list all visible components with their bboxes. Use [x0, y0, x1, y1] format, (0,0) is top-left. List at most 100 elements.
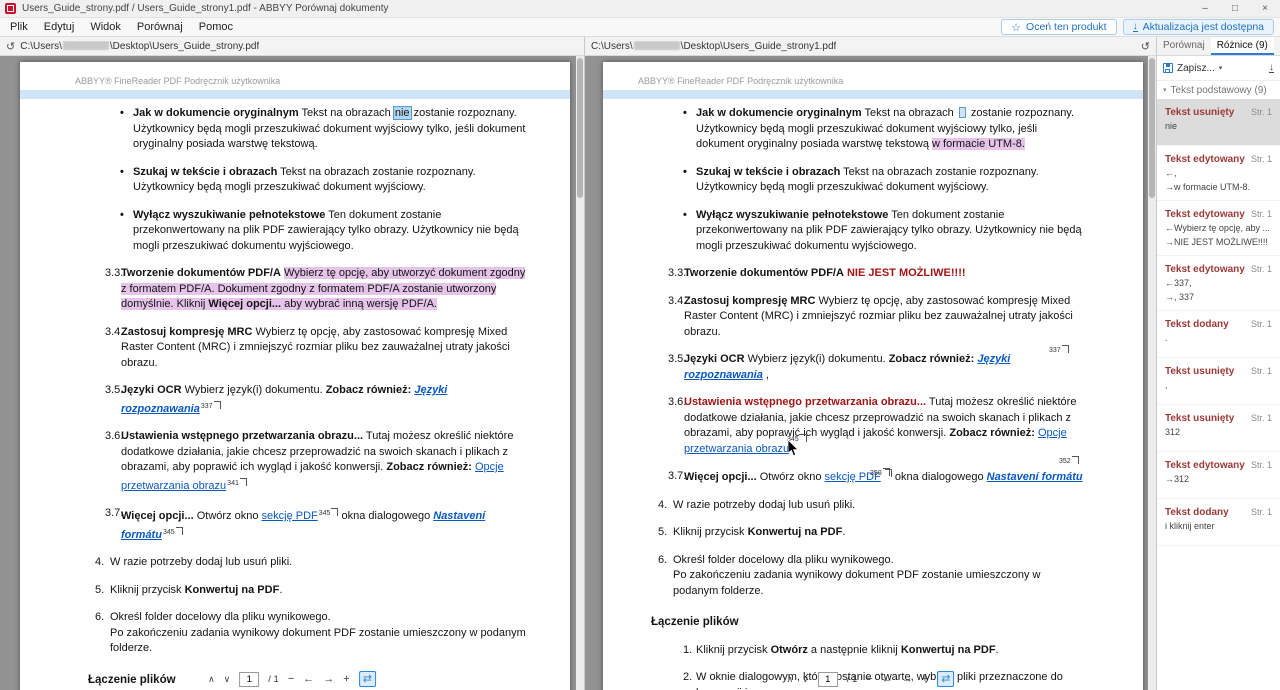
- zoom-in-button[interactable]: +: [343, 672, 349, 686]
- diff-type-label: Tekst edytowany: [1165, 209, 1245, 220]
- vertical-scrollbar[interactable]: [576, 56, 584, 690]
- doc-link[interactable]: sekcję PDF: [262, 510, 318, 522]
- next-diff-button[interactable]: →: [323, 672, 334, 686]
- diff-page-label: Str. 1: [1251, 264, 1272, 274]
- chevron-down-icon[interactable]: ▾: [1219, 64, 1223, 72]
- page-number-input[interactable]: [239, 672, 259, 687]
- prev-page-button[interactable]: ∧: [208, 672, 215, 686]
- diff-item[interactable]: Tekst dodanyStr. 1i kliknij enter: [1157, 499, 1280, 546]
- fit-width-button[interactable]: ⇄: [937, 671, 954, 687]
- zoom-out-button[interactable]: −: [866, 672, 872, 686]
- path-prefix: C:\Users\: [20, 41, 62, 52]
- vertical-scrollbar[interactable]: [1148, 56, 1156, 690]
- diff-section-header[interactable]: ▾ Tekst podstawowy (9): [1157, 81, 1280, 99]
- recent-files-icon[interactable]: ↺: [1141, 40, 1150, 53]
- minimize-button[interactable]: –: [1190, 0, 1220, 17]
- diff-section-title: Tekst podstawowy (9): [1171, 85, 1267, 96]
- doc-link[interactable]: Nastavení formátu: [987, 471, 1083, 483]
- prev-diff-button[interactable]: ←: [303, 672, 314, 686]
- text-run: Wybierz język(i) dokumentu.: [745, 353, 889, 365]
- document-path-bar-right: C:\Users\\Desktop\Users_Guide_strony1.pd…: [585, 37, 1157, 56]
- save-button[interactable]: Zapisz...: [1177, 63, 1215, 74]
- doc-paragraph: 3.7.Więcej opcji... Otwórz okno sekcję P…: [603, 469, 1085, 486]
- maximize-button[interactable]: □: [1220, 0, 1250, 17]
- text-run: Języki OCR: [684, 353, 745, 365]
- doc-running-header: ABBYY® FineReader PDF Podręcznik użytkow…: [603, 76, 1143, 86]
- text-run: W razie potrzeby dodaj lub usuń pliki.: [673, 499, 855, 511]
- text-run: Tekst na obrazach: [862, 107, 957, 119]
- diff-item[interactable]: Tekst edytowanyStr. 1←Wybierz tę opcję, …: [1157, 201, 1280, 256]
- page-ref-icon: [214, 401, 221, 409]
- recent-files-icon[interactable]: ↺: [6, 40, 15, 53]
- page-number-input[interactable]: [818, 672, 838, 687]
- rate-product-button[interactable]: ☆ Oceń ten produkt: [1001, 19, 1116, 35]
- diff-text: .: [1165, 333, 1272, 344]
- diff-type-label: Tekst edytowany: [1165, 264, 1245, 275]
- scrollbar-thumb[interactable]: [577, 58, 583, 198]
- list-marker: 6.: [95, 610, 104, 626]
- text-run: Wybierz język(i) dokumentu.: [182, 384, 326, 396]
- doc-content-right: •Jak w dokumencie oryginalnym Tekst na o…: [603, 106, 1143, 690]
- diff-item[interactable]: Tekst edytowanyStr. 1←337,→, 337: [1157, 256, 1280, 311]
- scrollbar-thumb[interactable]: [1149, 58, 1155, 198]
- list-marker: 3.5.: [105, 383, 123, 399]
- next-diff-button[interactable]: →: [902, 672, 913, 686]
- text-run: Tworzenie dokumentów PDF/A: [121, 267, 281, 279]
- list-marker: 3.6.: [105, 429, 123, 445]
- list-marker: 1.: [683, 643, 692, 659]
- page-ref-number: 345: [319, 510, 331, 517]
- document-view-left[interactable]: ABBYY® FineReader PDF Podręcznik użytkow…: [0, 56, 585, 690]
- doc-paragraph: 3.5.Języki OCR Wybierz język(i) dokument…: [603, 352, 1085, 383]
- diff-item[interactable]: Tekst usuniętyStr. 1nie: [1157, 99, 1280, 146]
- diff-item[interactable]: Tekst usuniętyStr. 1,: [1157, 358, 1280, 405]
- text-run: Zobacz również:: [889, 353, 975, 365]
- text-run: Tworzenie dokumentów PDF/A: [684, 267, 844, 279]
- close-button[interactable]: ×: [1250, 0, 1280, 17]
- doc-paragraph: Łączenie plików: [603, 615, 1085, 631]
- fit-width-button[interactable]: ⇄: [359, 671, 376, 687]
- prev-page-button[interactable]: ∧: [787, 672, 794, 686]
- menu-edytuj[interactable]: Edytuj: [36, 19, 83, 35]
- text-run: Szukaj w tekście i obrazach: [696, 166, 840, 178]
- goto-next-difference-icon[interactable]: ↓: [1269, 63, 1274, 73]
- text-run: Zastosuj kompresję MRC: [684, 295, 815, 307]
- highlighted-text: nie: [394, 107, 411, 119]
- prev-diff-button[interactable]: ←: [882, 672, 893, 686]
- text-run: Ustawienia wstępnego przetwarzania obraz…: [121, 430, 363, 442]
- text-run: Ustawienia wstępnego przetwarzania obraz…: [684, 396, 926, 408]
- document-view-right[interactable]: ABBYY® FineReader PDF Podręcznik użytkow…: [585, 56, 1157, 690]
- doc-paragraph: 3.3.Tworzenie dokumentów PDF/A NIE JEST …: [603, 266, 1085, 282]
- text-run: Konwertuj na PDF: [748, 526, 843, 538]
- diff-item[interactable]: Tekst edytowanyStr. 1→312: [1157, 452, 1280, 499]
- menu-widok[interactable]: Widok: [82, 19, 129, 35]
- text-run: Po zakończeniu zadania wynikowy dokument…: [110, 627, 526, 655]
- list-marker: •: [683, 208, 687, 224]
- zoom-out-button[interactable]: −: [288, 672, 294, 686]
- zoom-in-button[interactable]: +: [922, 672, 928, 686]
- list-marker: 2.: [683, 670, 692, 686]
- text-run: Określ folder docelowy dla pliku wynikow…: [110, 611, 331, 623]
- diff-text: →312: [1165, 474, 1272, 485]
- doc-paragraph: 3.4.Zastosuj kompresję MRC Wybierz tę op…: [603, 294, 1085, 341]
- page-ref-number: 337: [1049, 347, 1061, 354]
- diff-item[interactable]: Tekst edytowanyStr. 1←,→w formacie UTM-8…: [1157, 146, 1280, 201]
- diff-item[interactable]: Tekst usuniętyStr. 1312: [1157, 405, 1280, 452]
- path-suffix: \Desktop\Users_Guide_strony.pdf: [110, 41, 259, 52]
- title-bar: Users_Guide_strony.pdf / Users_Guide_str…: [0, 0, 1280, 18]
- list-marker: 3.4.: [668, 294, 686, 310]
- text-run: Więcej opcji...: [121, 510, 194, 522]
- next-page-button[interactable]: ∨: [224, 672, 231, 686]
- text-run: Zobacz również:: [326, 384, 412, 396]
- text-run: Konwertuj na PDF: [901, 644, 996, 656]
- diff-text: ,: [1165, 380, 1272, 391]
- next-page-button[interactable]: ∨: [802, 672, 809, 686]
- tab-differences[interactable]: Różnice (9): [1211, 37, 1274, 55]
- menu-plik[interactable]: Plik: [2, 19, 36, 35]
- tab-compare[interactable]: Porównaj: [1157, 37, 1211, 55]
- list-marker: •: [120, 208, 124, 224]
- menu-pomoc[interactable]: Pomoc: [191, 19, 241, 35]
- menu-porównaj[interactable]: Porównaj: [129, 19, 191, 35]
- list-marker: 3.3.: [105, 266, 123, 282]
- update-available-button[interactable]: ↓ Aktualizacja jest dostępna: [1123, 19, 1274, 35]
- diff-item[interactable]: Tekst dodanyStr. 1.: [1157, 311, 1280, 358]
